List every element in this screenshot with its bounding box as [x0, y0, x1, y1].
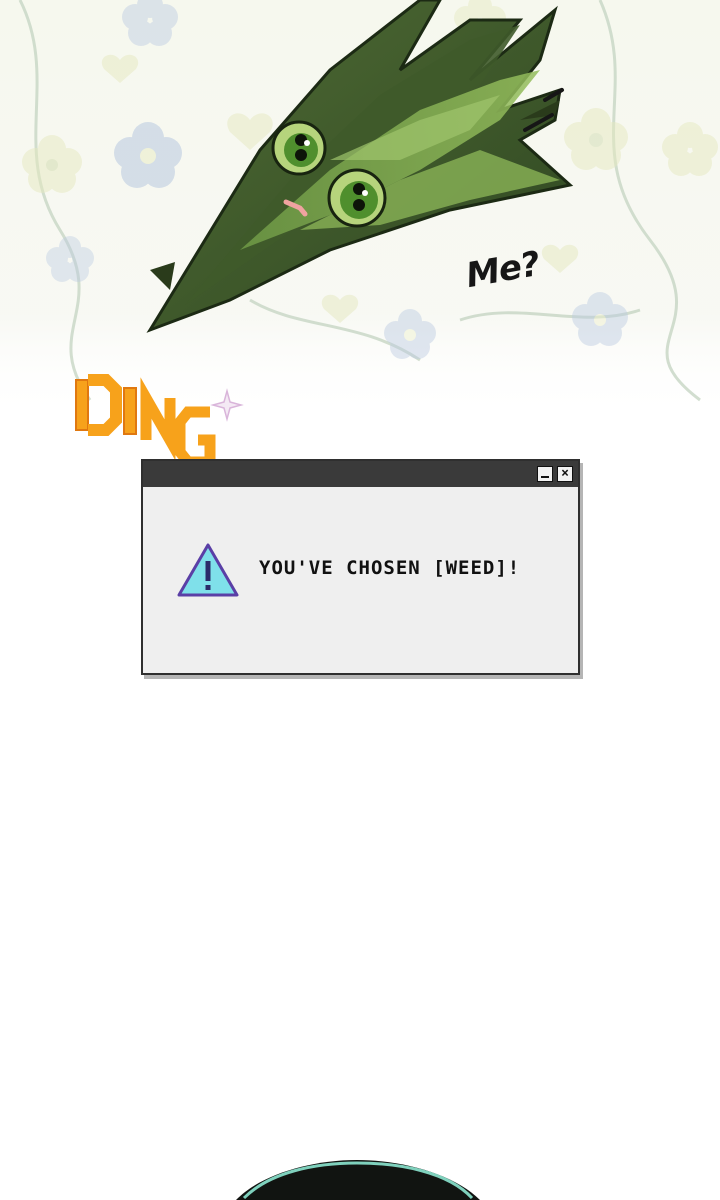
right-eye [327, 168, 387, 228]
dialog-titlebar: × [143, 461, 578, 487]
alert-dialog: × YOU'VE CHOSEN [WEED]! [141, 459, 580, 675]
dialog-message: YOU'VE CHOSEN [WEED]! [259, 557, 521, 579]
creature-top [236, 1160, 480, 1200]
close-icon[interactable]: × [557, 466, 573, 482]
warning-triangle-icon [177, 543, 239, 597]
ding-letters [75, 374, 216, 468]
left-eye [271, 120, 327, 176]
minimize-icon[interactable] [537, 466, 553, 482]
